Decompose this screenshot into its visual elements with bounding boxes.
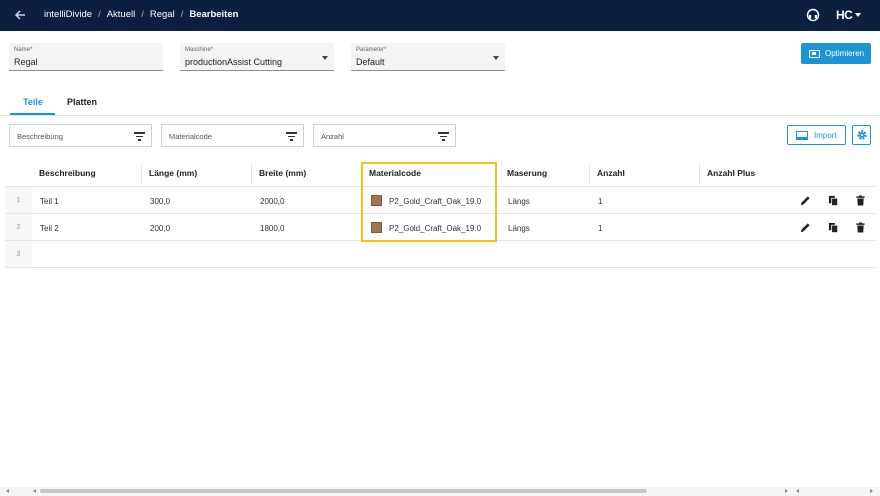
breadcrumb-separator: /: [141, 9, 144, 20]
tab-platten[interactable]: Platten: [67, 97, 97, 107]
cell-grain[interactable]: Längs: [508, 224, 530, 233]
back-arrow-icon[interactable]: [12, 7, 28, 23]
cell-length[interactable]: 200,0: [150, 224, 170, 233]
chevron-down-icon[interactable]: [322, 56, 328, 60]
horizontal-scrollbar[interactable]: [0, 487, 880, 496]
scrollbar-thumb[interactable]: [40, 489, 647, 493]
import-button-label: Import: [814, 130, 837, 140]
cell-width[interactable]: 1800,0: [260, 224, 284, 233]
filter-icon[interactable]: [438, 131, 449, 141]
top-bar: intelliDivide / Aktuell / Regal / Bearbe…: [0, 0, 880, 31]
parameter-select-label: Parameter*: [356, 47, 387, 53]
material-filter[interactable]: Materialcode: [161, 124, 304, 147]
column-header-description[interactable]: Beschreibung: [39, 168, 96, 178]
name-field[interactable]: Name* Regal: [9, 43, 163, 71]
edit-icon[interactable]: [800, 222, 811, 233]
cell-width[interactable]: 2000,0: [260, 197, 284, 206]
tab-divider: [0, 115, 880, 116]
edit-icon[interactable]: [800, 195, 811, 206]
column-separator: [141, 162, 142, 184]
parameter-select-value[interactable]: Default: [356, 57, 385, 67]
scroll-left-icon[interactable]: [6, 489, 9, 493]
column-header-width[interactable]: Breite (mm): [259, 168, 306, 178]
breadcrumb-item-job[interactable]: Regal: [150, 9, 175, 20]
filter-icon[interactable]: [134, 131, 145, 141]
description-filter-placeholder: Beschreibung: [17, 132, 63, 141]
breadcrumb-item-edit: Bearbeiten: [189, 9, 239, 20]
optimize-button[interactable]: Optimieren: [801, 43, 871, 64]
count-filter[interactable]: Anzahl: [313, 124, 456, 147]
column-separator: [589, 162, 590, 184]
column-header-grain[interactable]: Maserung: [507, 168, 547, 178]
delete-icon[interactable]: [855, 222, 866, 233]
optimize-icon: [809, 49, 820, 58]
gear-icon: [856, 130, 867, 140]
optimize-button-label: Optimieren: [825, 49, 865, 58]
name-field-label: Name*: [14, 47, 33, 53]
material-column-highlight: [361, 162, 497, 242]
row-number: 3: [5, 241, 32, 267]
cell-grain[interactable]: Längs: [508, 197, 530, 206]
copy-icon[interactable]: [828, 222, 839, 233]
cell-description[interactable]: Teil 2: [40, 224, 59, 233]
tab-teile[interactable]: Teile: [23, 97, 43, 107]
scroll-left-icon[interactable]: [796, 489, 799, 493]
row-number: 2: [5, 214, 32, 240]
chevron-down-icon[interactable]: [855, 13, 861, 17]
filter-icon[interactable]: [286, 131, 297, 141]
settings-button[interactable]: [852, 125, 871, 145]
breadcrumb-item-app[interactable]: intelliDivide: [44, 9, 92, 20]
count-filter-placeholder: Anzahl: [321, 132, 344, 141]
parameter-select[interactable]: Parameter* Default: [351, 43, 505, 71]
support-icon[interactable]: [806, 8, 820, 22]
column-header-count[interactable]: Anzahl: [597, 168, 625, 178]
import-button[interactable]: Import: [787, 125, 846, 145]
import-icon: [796, 130, 808, 140]
scroll-left-icon[interactable]: [33, 489, 36, 493]
description-filter[interactable]: Beschreibung: [9, 124, 152, 147]
breadcrumb-separator: /: [98, 9, 101, 20]
cell-description[interactable]: Teil 1: [40, 197, 59, 206]
breadcrumb: intelliDivide / Aktuell / Regal / Bearbe…: [44, 9, 238, 20]
material-filter-placeholder: Materialcode: [169, 132, 212, 141]
delete-icon[interactable]: [855, 195, 866, 206]
machine-select-value[interactable]: productionAssist Cutting: [185, 57, 282, 67]
table-row-empty[interactable]: 3: [5, 241, 875, 268]
scroll-right-icon[interactable]: [785, 489, 788, 493]
breadcrumb-separator: /: [180, 9, 184, 20]
scroll-right-icon[interactable]: [870, 489, 873, 493]
breadcrumb-item-current-folder[interactable]: Aktuell: [107, 9, 136, 20]
chevron-down-icon[interactable]: [493, 56, 499, 60]
column-separator: [699, 162, 700, 184]
column-header-count-plus[interactable]: Anzahl Plus: [707, 168, 755, 178]
column-separator: [501, 162, 502, 184]
cell-count[interactable]: 1: [598, 197, 602, 206]
name-field-value[interactable]: Regal: [14, 57, 38, 67]
row-number: 1: [5, 187, 32, 213]
machine-select-label: Maschine*: [185, 47, 214, 53]
column-separator: [251, 162, 252, 184]
user-menu-logo[interactable]: HC: [836, 8, 853, 22]
cell-count[interactable]: 1: [598, 224, 602, 233]
column-header-length[interactable]: Länge (mm): [149, 168, 197, 178]
copy-icon[interactable]: [828, 195, 839, 206]
machine-select[interactable]: Maschine* productionAssist Cutting: [180, 43, 334, 71]
cell-length[interactable]: 300,0: [150, 197, 170, 206]
